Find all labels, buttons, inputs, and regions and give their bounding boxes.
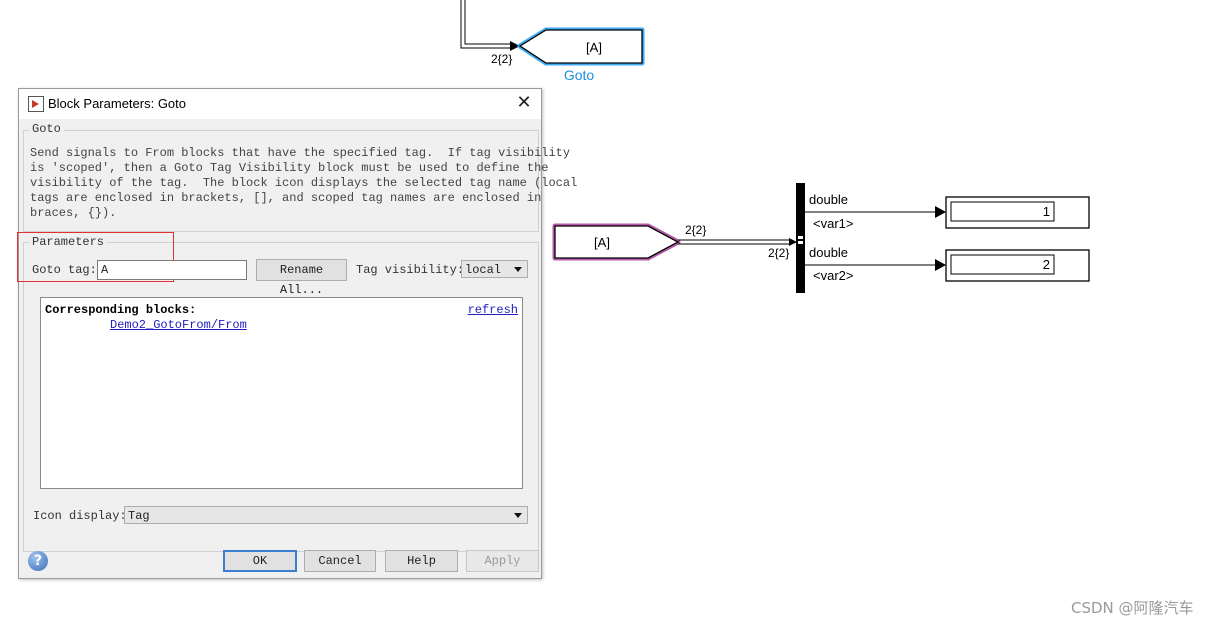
watermark: CSDN @阿隆汽车 xyxy=(1071,599,1194,617)
from-to-demux-line[interactable] xyxy=(678,238,797,246)
icon-display-dropdown[interactable]: Tag xyxy=(124,506,528,524)
corresponding-blocks-label: Corresponding blocks: xyxy=(45,303,197,317)
icon-display-label: Icon display: xyxy=(33,509,127,523)
dialog-title: Block Parameters: Goto xyxy=(48,96,186,111)
icon-display-value: Tag xyxy=(128,509,150,523)
corresponding-blocks-panel[interactable]: Corresponding blocks: refresh Demo2_Goto… xyxy=(40,297,523,489)
block-parameters-dialog[interactable]: Block Parameters: Goto ✕ Goto Send signa… xyxy=(17,88,578,579)
display-block-2[interactable]: 2 xyxy=(945,249,1090,282)
from-signal-dim: 2{2} xyxy=(685,223,706,237)
goto-tag-label: Goto tag: xyxy=(32,263,97,277)
goto-block[interactable]: [A] xyxy=(517,27,645,66)
parameters-group-label: Parameters xyxy=(29,235,108,249)
output-2-signal-name: <var2> xyxy=(813,268,853,283)
rename-all-button[interactable]: Rename All... xyxy=(256,259,347,297)
top-signal-line[interactable] xyxy=(460,0,520,51)
block-description: Send signals to From blocks that have th… xyxy=(30,146,578,220)
display-2-value: 2 xyxy=(1043,257,1050,272)
tag-visibility-label: Tag visibility: xyxy=(356,263,465,277)
goto-tag-input[interactable]: A xyxy=(97,260,247,280)
output-2-type: double xyxy=(809,245,848,260)
goto-tag-text: [A] xyxy=(586,40,602,55)
refresh-link[interactable]: refresh xyxy=(468,303,518,317)
goto-block-name[interactable]: Goto xyxy=(564,67,595,83)
demux-input-dim: 2{2} xyxy=(768,246,789,260)
simulink-block-icon xyxy=(28,96,44,112)
goto-group-label: Goto xyxy=(29,122,64,136)
tag-visibility-value: local xyxy=(465,263,502,277)
corresponding-block-link[interactable]: Demo2_GotoFrom/From xyxy=(110,318,247,332)
apply-button[interactable]: Apply xyxy=(466,550,539,572)
dialog-titlebar[interactable]: Block Parameters: Goto ✕ xyxy=(19,89,541,119)
top-signal-dim: 2{2} xyxy=(491,52,512,66)
display-block-1[interactable]: 1 xyxy=(945,196,1090,229)
chevron-down-icon xyxy=(514,267,522,272)
cancel-button[interactable]: Cancel xyxy=(304,550,376,572)
chevron-down-icon xyxy=(514,513,522,518)
from-tag-text: [A] xyxy=(594,235,610,250)
help-icon[interactable]: ? xyxy=(28,551,48,571)
display-1-value: 1 xyxy=(1043,204,1050,219)
output-1-type: double xyxy=(809,192,848,207)
help-button[interactable]: Help xyxy=(385,550,458,572)
close-icon[interactable]: ✕ xyxy=(515,94,533,112)
ok-button[interactable]: OK xyxy=(223,550,297,572)
demux-block[interactable] xyxy=(796,183,805,293)
tag-visibility-dropdown[interactable]: local xyxy=(461,260,528,278)
from-block[interactable]: [A] xyxy=(552,223,681,261)
output-1-signal-name: <var1> xyxy=(813,216,853,231)
